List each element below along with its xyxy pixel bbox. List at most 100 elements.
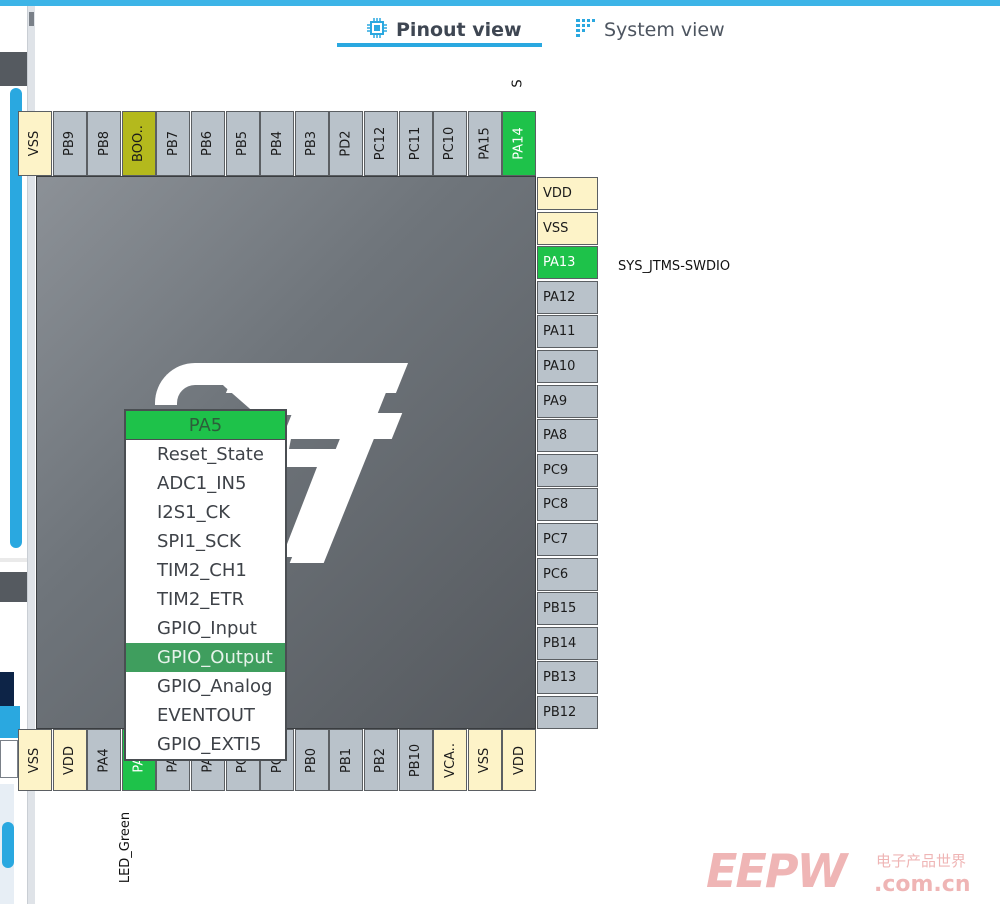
pin-pc9[interactable]: PC9 [537, 453, 598, 487]
pin-pb9[interactable]: PB9 [52, 111, 87, 176]
list-grid-icon [574, 17, 596, 44]
pin-pb14[interactable]: PB14 [537, 626, 598, 660]
pin-text: PA9 [543, 393, 568, 409]
pin-pb10[interactable]: PB10 [398, 729, 433, 791]
pin-text: PC6 [543, 566, 569, 582]
menu-item-spi1-sck[interactable]: SPI1_SCK [126, 527, 285, 556]
pin-text: PD2 [338, 130, 354, 157]
eepw-watermark: EEPW 电子产品世界 .com.cn [706, 844, 998, 900]
pin-pc11[interactable]: PC11 [398, 111, 433, 176]
menu-item-i2s1-ck[interactable]: I2S1_CK [126, 498, 285, 527]
panel-tab-active[interactable] [0, 706, 20, 738]
panel-header-dark-2 [0, 572, 27, 602]
pin-pa15[interactable]: PA15 [467, 111, 502, 176]
pin-pb12[interactable]: PB12 [537, 696, 598, 729]
pin-text: VSS [477, 747, 493, 773]
pin-pd2[interactable]: PD2 [329, 111, 364, 176]
menu-item-tim2-ch1[interactable]: TIM2_CH1 [126, 556, 285, 585]
pin-pa14[interactable]: PA14 [502, 111, 537, 176]
pin-pb5[interactable]: PB5 [225, 111, 260, 176]
pin-pa9[interactable]: PA9 [537, 384, 598, 418]
pin-vss[interactable]: VSS [18, 729, 52, 791]
pin-text: PB10 [408, 743, 424, 777]
pin-vss[interactable]: VSS [467, 729, 502, 791]
pin-pb3[interactable]: PB3 [294, 111, 329, 176]
pin-pa13[interactable]: PA13 [537, 246, 598, 280]
pin-text: BOO.. [131, 125, 147, 162]
pin-vca[interactable]: VCA.. [433, 729, 468, 791]
chip-icon [366, 17, 388, 44]
menu-item-gpio-output[interactable]: GPIO_Output [126, 643, 285, 672]
panel-header-dark [0, 52, 27, 86]
pin-text: PB6 [200, 130, 216, 157]
pin-pa10[interactable]: PA10 [537, 350, 598, 383]
pin-pb1[interactable]: PB1 [329, 729, 364, 791]
pin-function-menu: PA5 Reset_State ADC1_IN5 I2S1_CK SPI1_SCK TI… [124, 409, 287, 761]
pin-text: PA4 [96, 747, 112, 773]
pin-text: PA15 [477, 127, 493, 160]
pin-vdd[interactable]: VDD [502, 729, 537, 791]
pin-vss[interactable]: VSS [18, 111, 52, 176]
pin-text: VSS [543, 220, 569, 236]
pin-text: PA10 [543, 359, 576, 374]
pin-text: PB7 [165, 130, 181, 157]
panel-scrollbar-2[interactable] [2, 822, 14, 868]
pin-pb0[interactable]: PB0 [294, 729, 329, 791]
pin-text: PB5 [235, 130, 251, 157]
panel-divider [0, 558, 27, 562]
pin-vdd[interactable]: VDD [52, 729, 87, 791]
menu-item-gpio-exti5[interactable]: GPIO_EXTI5 [126, 730, 285, 759]
menu-item-gpio-analog[interactable]: GPIO_Analog [126, 672, 285, 701]
pin-text: PC9 [543, 462, 569, 478]
pin-pc8[interactable]: PC8 [537, 488, 598, 522]
menu-item-tim2-etr[interactable]: TIM2_ETR [126, 585, 285, 614]
pin-pc10[interactable]: PC10 [433, 111, 468, 176]
pin-pa12[interactable]: PA12 [537, 280, 598, 314]
pin-pb4[interactable]: PB4 [260, 111, 295, 176]
panel-input-field[interactable] [0, 740, 18, 778]
pin-text: VDD [62, 745, 78, 775]
pin-text: PB15 [543, 601, 577, 617]
watermark-chinese-text: 电子产品世界 [876, 852, 967, 870]
pin-text: PB12 [543, 705, 577, 720]
pin-pb13[interactable]: PB13 [537, 661, 598, 695]
panel-nav-block [0, 672, 14, 706]
pin-pb7[interactable]: PB7 [156, 111, 191, 176]
pin-pb2[interactable]: PB2 [364, 729, 398, 791]
pin-text: PB3 [304, 130, 320, 157]
pin-label-pa13: SYS_JTMS-SWDIO [618, 259, 731, 274]
pin-text: PA11 [543, 324, 576, 340]
pin-pc12[interactable]: PC12 [364, 111, 398, 176]
pin-text: PC12 [373, 126, 389, 161]
pin-pc6[interactable]: PC6 [537, 557, 598, 591]
pin-vss[interactable]: VSS [537, 211, 598, 245]
pin-pa11[interactable]: PA11 [537, 315, 598, 349]
menu-item-reset-state[interactable]: Reset_State [126, 440, 285, 469]
pin-text: VDD [511, 745, 527, 775]
pin-pb15[interactable]: PB15 [537, 592, 598, 626]
pin-pa8[interactable]: PA8 [537, 419, 598, 453]
pin-pc7[interactable]: PC7 [537, 523, 598, 556]
pin-text: PC7 [543, 532, 569, 547]
menu-title: PA5 [126, 411, 285, 440]
menu-item-eventout[interactable]: EVENTOUT [126, 701, 285, 730]
tab-system-label: System view [604, 19, 725, 41]
pin-label-pa5: LED_Green [118, 811, 134, 884]
pin-pa4[interactable]: PA4 [87, 729, 122, 791]
tab-pinout-label: Pinout view [396, 19, 522, 41]
pin-text: PA13 [543, 255, 576, 271]
menu-items-list: Reset_State ADC1_IN5 I2S1_CK SPI1_SCK TIM2_C… [126, 440, 285, 759]
menu-item-gpio-input[interactable]: GPIO_Input [126, 614, 285, 643]
collapse-handle-icon[interactable] [29, 12, 34, 26]
pin-pb8[interactable]: PB8 [87, 111, 122, 176]
active-tab-indicator [337, 43, 542, 47]
top-accent-bar [0, 0, 1000, 6]
pin-vdd[interactable]: VDD [537, 177, 598, 210]
pin-text: PB13 [543, 670, 577, 686]
menu-item-adc1-in5[interactable]: ADC1_IN5 [126, 469, 285, 498]
tab-pinout-view[interactable]: Pinout view [366, 16, 522, 44]
pin-boo[interactable]: BOO.. [121, 111, 156, 176]
pin-text: PC8 [543, 497, 569, 513]
tab-system-view[interactable]: System view [574, 16, 725, 44]
pin-pb6[interactable]: PB6 [191, 111, 225, 176]
